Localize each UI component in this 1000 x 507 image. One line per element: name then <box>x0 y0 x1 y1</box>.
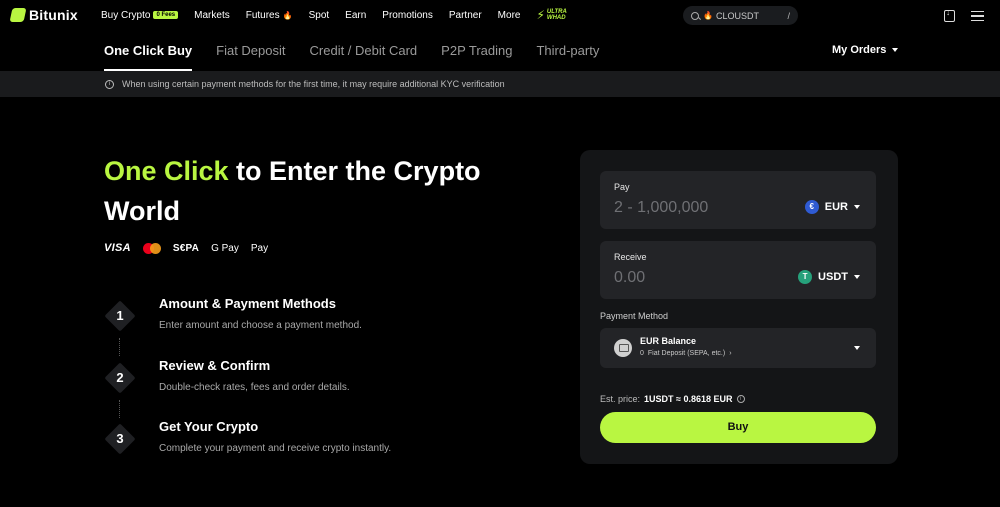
hero-title: One Click to Enter the Crypto World <box>104 151 524 231</box>
ultra-whad-promo[interactable]: ⚡ ULTRA WHAD <box>536 9 566 21</box>
download-icon[interactable] <box>944 8 955 22</box>
estimated-price: Est. price: 1USDT ≈ 0.8618 EUR i <box>600 394 745 404</box>
step-number: 1 <box>116 308 124 323</box>
search-value: CLOUSDT <box>715 10 759 21</box>
wallet-icon <box>614 339 632 357</box>
eur-coin-icon: € <box>804 200 819 214</box>
logo-text: Bitunix <box>29 7 78 23</box>
logo-icon <box>9 8 27 22</box>
zero-fees-badge: 0 Fees <box>153 11 179 19</box>
search-icon <box>691 11 699 20</box>
nav-promotions[interactable]: Promotions <box>382 10 433 21</box>
top-navigation: Bitunix Buy Crypto 0 Fees Markets Future… <box>0 0 1000 32</box>
receive-amount-input[interactable]: 0.00 <box>614 269 645 287</box>
nav-partner-label: Partner <box>448 9 482 21</box>
chevron-down-icon <box>854 275 860 279</box>
search-input[interactable]: 🔥 CLOUSDT / <box>683 6 798 25</box>
tab-fiat-deposit[interactable]: Fiat Deposit <box>216 36 285 72</box>
google-pay-logo: G Pay <box>211 242 239 254</box>
nav-markets[interactable]: Markets <box>194 10 230 21</box>
chevron-down-icon <box>892 48 899 52</box>
step-title: Amount & Payment Methods <box>159 296 336 311</box>
nav-partner[interactable]: Partner <box>449 10 482 21</box>
my-orders-dropdown[interactable]: My Orders <box>832 44 899 56</box>
nav-futures[interactable]: Futures 🔥 <box>246 10 293 21</box>
step-description: Double-check rates, fees and order detai… <box>159 382 350 393</box>
tab-credit-debit-card[interactable]: Credit / Debit Card <box>310 36 418 72</box>
nav-spot-label: Spot <box>308 9 330 21</box>
payment-method-sub: 0 Fiat Deposit (SEPA, etc.) › <box>640 350 732 357</box>
step-description: Enter amount and choose a payment method… <box>159 320 362 331</box>
nav-spot[interactable]: Spot <box>309 10 330 21</box>
receive-label: Receive <box>614 252 647 262</box>
my-orders-label: My Orders <box>832 44 887 56</box>
nav-more[interactable]: More <box>498 10 521 21</box>
receive-amount-field[interactable]: Receive 0.00 T USDT <box>600 241 876 299</box>
nav-futures-label: Futures <box>245 9 280 21</box>
pay-amount-input[interactable]: 2 - 1,000,000 <box>614 199 708 217</box>
promo-line-2: WHAD <box>546 15 566 21</box>
tab-one-click-buy[interactable]: One Click Buy <box>104 36 193 72</box>
payment-method-name: EUR Balance <box>640 336 697 346</box>
bitunix-logo[interactable]: Bitunix <box>9 7 78 23</box>
buy-button[interactable]: Buy <box>600 412 876 443</box>
payment-method-label: Payment Method <box>600 311 669 321</box>
nav-buy-crypto[interactable]: Buy Crypto 0 Fees <box>101 9 179 21</box>
nav-markets-label: Markets <box>194 9 230 21</box>
est-price-label: Est. price: <box>600 394 641 404</box>
chevron-down-icon <box>854 205 860 209</box>
step-number: 2 <box>116 370 124 385</box>
pay-amount-field[interactable]: Pay 2 - 1,000,000 € EUR <box>600 171 876 229</box>
buy-method-tabs: One Click Buy Fiat Deposit Credit / Debi… <box>104 36 623 72</box>
step-connector <box>119 400 120 418</box>
nav-more-label: More <box>497 9 521 21</box>
search-shortcut: / <box>787 10 790 21</box>
kyc-notice-bar: i When using certain payment methods for… <box>0 71 1000 97</box>
apple-pay-logo: Pay <box>250 242 269 254</box>
nav-buy-crypto-label: Buy Crypto <box>101 9 151 21</box>
pay-label: Pay <box>614 182 630 192</box>
payment-method-type[interactable]: Fiat Deposit (SEPA, etc.) <box>648 350 725 357</box>
step-connector <box>119 338 120 356</box>
tab-third-party[interactable]: Third-party <box>536 36 599 72</box>
fire-icon: 🔥 <box>703 11 713 20</box>
nav-earn[interactable]: Earn <box>345 10 366 21</box>
info-icon: i <box>105 79 114 89</box>
chevron-right-icon: › <box>729 350 732 357</box>
sepa-logo: S€PA <box>172 242 200 254</box>
info-icon[interactable]: i <box>736 395 745 403</box>
payment-logos: VISA S€PA G Pay Pay <box>104 242 268 254</box>
step-description: Complete your payment and receive crypto… <box>159 443 392 454</box>
ultra-whad-text: ULTRA WHAD <box>547 9 567 21</box>
one-click-buy-panel: Pay 2 - 1,000,000 € EUR Receive 0.00 T U… <box>580 150 898 464</box>
usdt-coin-icon: T <box>798 270 813 284</box>
lightning-icon: ⚡ <box>536 8 545 22</box>
step-title: Get Your Crypto <box>159 419 259 434</box>
nav-promotions-label: Promotions <box>382 9 433 21</box>
nav-links: Buy Crypto 0 Fees Markets Futures 🔥 Spot… <box>101 9 567 21</box>
pay-currency-label: EUR <box>824 201 848 213</box>
hamburger-menu-icon[interactable] <box>971 11 984 21</box>
tab-p2p-trading[interactable]: P2P Trading <box>441 36 512 72</box>
visa-logo: VISA <box>104 242 131 254</box>
est-price-value: 1USDT ≈ 0.8618 EUR <box>644 394 733 404</box>
kyc-notice-text: When using certain payment methods for t… <box>122 79 505 89</box>
step-number: 3 <box>116 431 124 446</box>
hero-title-accent: One Click <box>104 156 229 186</box>
receive-currency-label: USDT <box>818 271 848 283</box>
nav-earn-label: Earn <box>345 9 367 21</box>
payment-method-balance: 0 <box>640 350 644 357</box>
receive-currency-select[interactable]: T USDT <box>798 270 860 284</box>
pay-currency-select[interactable]: € EUR <box>804 200 860 214</box>
payment-method-select[interactable]: EUR Balance 0 Fiat Deposit (SEPA, etc.) … <box>600 328 876 368</box>
chevron-down-icon <box>854 346 860 350</box>
mastercard-logo <box>142 242 161 254</box>
step-title: Review & Confirm <box>159 358 271 373</box>
fire-icon: 🔥 <box>282 10 293 20</box>
